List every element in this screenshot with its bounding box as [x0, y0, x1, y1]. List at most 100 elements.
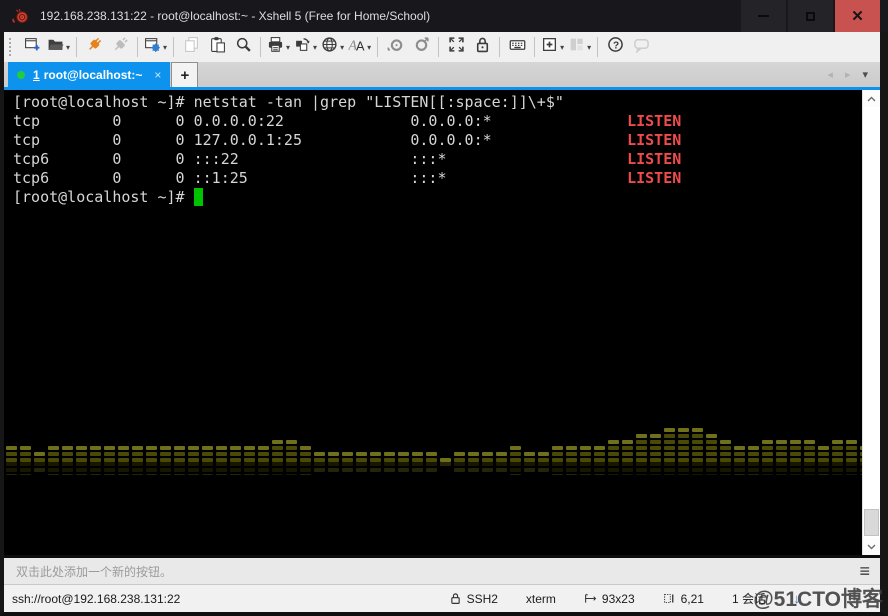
close-icon: ✕ [851, 8, 864, 25]
toolbar-session-properties-button[interactable]: ▾ [142, 35, 169, 59]
status-bar: ssh://root@192.168.238.131:22 SSH2 xterm… [4, 584, 880, 612]
find-icon [235, 36, 252, 58]
open-session-icon [47, 36, 64, 58]
virtual-keyboard-icon [509, 36, 526, 58]
equalizer-bar [804, 462, 815, 475]
toolbar-separator [534, 37, 536, 57]
terminal-area[interactable]: [root@localhost ~]# netstat -tan |grep "… [4, 90, 880, 555]
equalizer-bar [48, 462, 59, 475]
toolbar-print-button[interactable]: ▾ [265, 35, 292, 59]
quick-button-bar[interactable]: 双击此处添加一个新的按钮。 ≡ [4, 555, 880, 584]
equalizer-bar [20, 462, 31, 475]
toolbar-help-button[interactable]: ? [602, 35, 628, 59]
equalizer-bar [762, 462, 773, 475]
scrollbar-thumb[interactable] [864, 509, 879, 536]
tile-windows-icon [568, 36, 585, 58]
prev-tab-icon[interactable]: ◂ [827, 68, 833, 81]
equalizer-bar [132, 462, 143, 475]
session-properties-dropdown-icon[interactable]: ▾ [163, 43, 167, 52]
equalizer-bar [790, 462, 801, 475]
disconnect-icon [112, 36, 129, 58]
toolbar-new-terminal-button[interactable]: ▾ [539, 35, 566, 59]
equalizer-bar [76, 462, 87, 475]
quick-bar-menu-icon[interactable]: ≡ [859, 562, 880, 580]
resize-icon [585, 593, 597, 603]
toolbar-web-browser-button[interactable]: ▾ [319, 35, 346, 59]
toolbar-virtual-keyboard-button[interactable] [504, 35, 530, 59]
color-scheme-dropdown-icon[interactable]: ▾ [313, 43, 317, 52]
equalizer-bar [202, 462, 213, 475]
equalizer-bar [594, 462, 605, 475]
tab-root-localhost[interactable]: 1 root@localhost:~ × [8, 62, 171, 87]
terminal-line: [root@localhost ~]# netstat -tan |grep "… [13, 93, 564, 111]
tile-windows-dropdown-icon[interactable]: ▾ [587, 43, 591, 52]
new-tab-button[interactable]: + [171, 62, 199, 87]
background-equalizer-reflection [6, 462, 880, 475]
terminal-size: 93x23 [584, 592, 635, 606]
toolbar-full-screen-button[interactable] [443, 35, 469, 59]
help-icon: ? [607, 36, 624, 58]
toolbar-reconnect-button[interactable] [81, 35, 107, 59]
equalizer-bar [216, 462, 227, 475]
toolbar-open-session-button[interactable]: ▾ [45, 35, 72, 59]
font-icon: AA [348, 36, 365, 58]
xshell-icon [387, 36, 404, 58]
toolbar-lock-screen-button[interactable] [469, 35, 495, 59]
vertical-scrollbar[interactable] [862, 90, 880, 555]
equalizer-bar [6, 444, 17, 462]
close-button[interactable]: ✕ [835, 0, 880, 32]
next-tab-icon[interactable]: ▸ [845, 68, 851, 81]
tab-navigation: ◂ ▸ ▾ [827, 62, 880, 87]
equalizer-bar [650, 432, 661, 462]
equalizer-bar [146, 462, 157, 475]
equalizer-bar [706, 462, 717, 475]
equalizer-bar [76, 444, 87, 462]
minimize-button[interactable] [741, 0, 786, 32]
scroll-down-button[interactable] [863, 538, 880, 555]
equalizer-bar [146, 444, 157, 462]
toolbar-color-scheme-button[interactable]: ▾ [292, 35, 319, 59]
toolbar-separator [137, 37, 139, 57]
equalizer-bar [202, 444, 213, 462]
print-dropdown-icon[interactable]: ▾ [286, 43, 290, 52]
toolbar-grip[interactable] [9, 38, 13, 56]
equalizer-bar [328, 450, 339, 462]
web-browser-icon [321, 36, 338, 58]
equalizer-bar [496, 462, 507, 474]
equalizer-bar [272, 438, 283, 462]
toolbar-copy-button [178, 35, 204, 59]
open-session-dropdown-icon[interactable]: ▾ [66, 43, 70, 52]
equalizer-bar [580, 462, 591, 475]
toolbar-feedback-button [628, 35, 654, 59]
toolbar-find-button[interactable] [230, 35, 256, 59]
tab-close-icon[interactable]: × [154, 68, 161, 82]
equalizer-bar [272, 462, 283, 475]
equalizer-bar [552, 462, 563, 475]
quick-bar-hint: 双击此处添加一个新的按钮。 [16, 564, 173, 579]
toolbar-paste-button[interactable] [204, 35, 230, 59]
scrollbar-track[interactable] [863, 107, 880, 538]
equalizer-bar [160, 444, 171, 462]
toolbar-new-session-button[interactable] [19, 35, 45, 59]
maximize-button[interactable] [788, 0, 833, 32]
equalizer-bar [118, 444, 129, 462]
equalizer-bar [664, 426, 675, 462]
equalizer-bar [762, 438, 773, 462]
caret-position-icon [663, 593, 674, 604]
font-dropdown-icon[interactable]: ▾ [367, 43, 371, 52]
reconnect-icon [86, 36, 103, 58]
equalizer-bar [552, 444, 563, 462]
toolbar-xftp-button[interactable] [408, 35, 434, 59]
terminal-text: [root@localhost ~]# netstat -tan |grep "… [13, 93, 681, 207]
equalizer-bar [426, 462, 437, 474]
scroll-up-button[interactable] [863, 90, 880, 107]
new-terminal-dropdown-icon[interactable]: ▾ [560, 43, 564, 52]
tab-list-dropdown-icon[interactable]: ▾ [862, 68, 868, 81]
equalizer-bar [90, 462, 101, 475]
toolbar-xshell-button[interactable] [382, 35, 408, 59]
equalizer-bar [174, 462, 185, 475]
web-browser-dropdown-icon[interactable]: ▾ [340, 43, 344, 52]
toolbar-font-button[interactable]: A A ▾ [346, 35, 373, 59]
equalizer-bar [454, 462, 465, 474]
window-frame: ▾ ▾ ▾ ▾ ▾ A A ▾ ▾ ▾? 1 root@localhost:~ × + ◂ ▸ ▾ … [0, 32, 888, 616]
